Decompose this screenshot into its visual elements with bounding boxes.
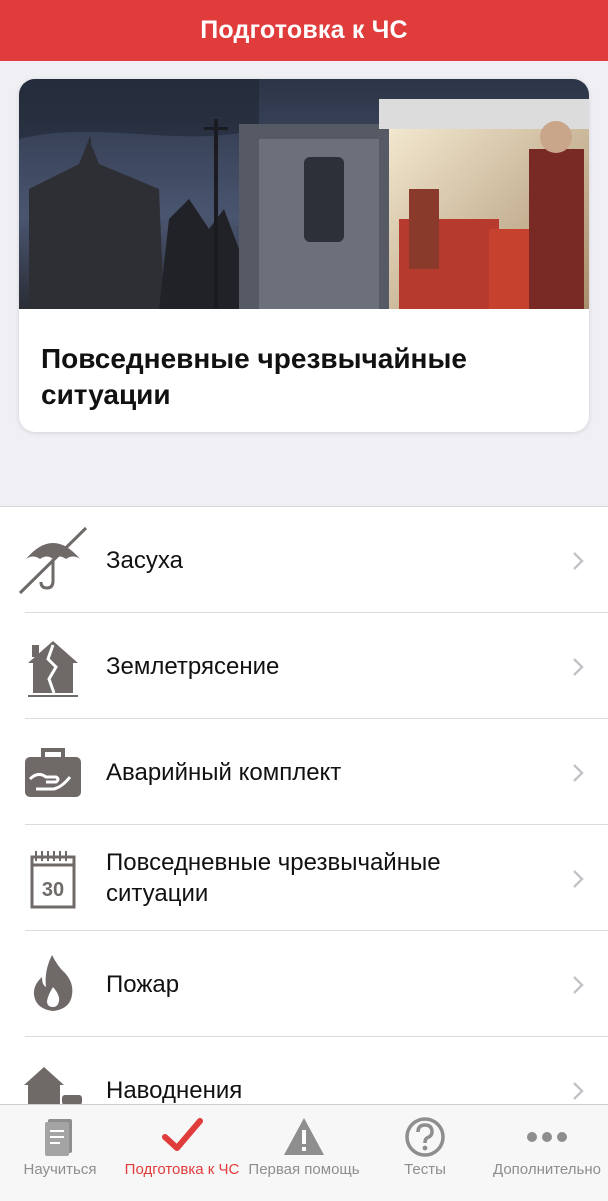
list-item-label: Аварийный комплект: [106, 758, 342, 786]
featured-title: Повседневные чрезвычайные ситуации: [41, 343, 467, 410]
warning-icon: [284, 1118, 324, 1155]
nav-bar: Подготовка к ЧС: [0, 0, 608, 61]
tab-first-aid[interactable]: Первая помощь: [239, 1105, 369, 1201]
fire-icon: [33, 955, 73, 1011]
chevron-right-icon: [573, 658, 584, 676]
list-item-fire[interactable]: Пожар: [0, 931, 608, 1037]
featured-image: [19, 79, 589, 309]
list-item-label: Наводнения: [106, 1076, 243, 1104]
calendar-icon: 30: [30, 851, 76, 909]
chevron-right-icon: [573, 764, 584, 782]
question-icon: [405, 1117, 445, 1157]
emergency-kit-icon: [25, 748, 81, 797]
page-title: Подготовка к ЧС: [200, 16, 408, 44]
flood-icon: [24, 1067, 82, 1105]
checkmark-icon: [162, 1118, 203, 1151]
tab-learn[interactable]: Научиться: [0, 1105, 125, 1201]
calendar-day-label: 30: [42, 879, 64, 901]
chevron-right-icon: [573, 870, 584, 888]
tab-bar: Научиться Подготовка к ЧС Первая помощь …: [0, 1104, 608, 1201]
more-icon: [527, 1132, 567, 1142]
chevron-right-icon: [573, 976, 584, 994]
list-item-label: Пожар: [106, 970, 180, 998]
list-item-floods[interactable]: Наводнения: [0, 1037, 608, 1107]
tab-label: Дополнительно: [493, 1161, 601, 1178]
tab-prepare[interactable]: Подготовка к ЧС: [117, 1105, 247, 1201]
tab-more[interactable]: Дополнительно: [482, 1105, 608, 1201]
list-item-label: Засуха: [106, 546, 183, 574]
chevron-right-icon: [573, 1082, 584, 1100]
topics-list: Засуха Землетрясение Аварийный комплект: [0, 506, 608, 1107]
chevron-right-icon: [573, 552, 584, 570]
no-umbrella-icon: [18, 526, 88, 595]
featured-card[interactable]: Повседневные чрезвычайные ситуации: [19, 79, 589, 432]
list-item-everyday-emergencies[interactable]: 30 Повседневные чрезвычайные ситуации: [0, 825, 608, 931]
cracked-house-icon: [28, 641, 78, 697]
list-item-emergency-kit[interactable]: Аварийный комплект: [0, 719, 608, 825]
list-item-earthquake[interactable]: Землетрясение: [0, 613, 608, 719]
list-item-drought[interactable]: Засуха: [0, 507, 608, 613]
book-icon: [45, 1119, 72, 1156]
list-item-label: Землетрясение: [106, 652, 280, 680]
list-item-label: Повседневные чрезвычайные ситуации: [106, 849, 441, 907]
tab-tests[interactable]: Тесты: [360, 1105, 490, 1201]
